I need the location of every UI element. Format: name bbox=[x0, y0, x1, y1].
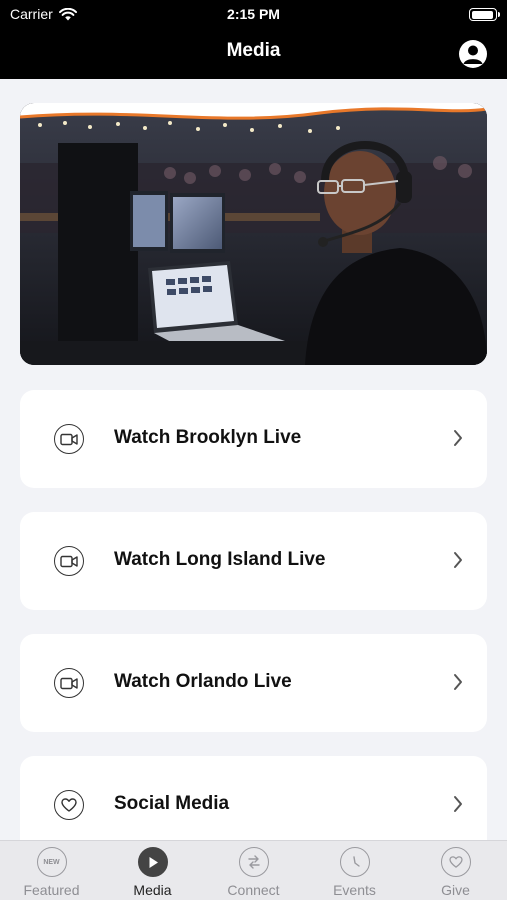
menu-item-label: Watch Long Island Live bbox=[114, 549, 326, 570]
new-badge-text: NEW bbox=[43, 858, 60, 866]
menu-item-watch-brooklyn-live[interactable]: Watch Brooklyn Live bbox=[20, 390, 487, 488]
play-icon bbox=[137, 847, 168, 877]
arrows-exchange-icon bbox=[238, 847, 269, 877]
heart-icon bbox=[440, 847, 471, 877]
clock-icon bbox=[339, 847, 370, 877]
status-time: 2:15 PM bbox=[227, 6, 280, 22]
tab-give[interactable]: Give bbox=[405, 847, 506, 898]
person-icon bbox=[463, 45, 483, 64]
new-badge-icon: NEW bbox=[36, 847, 67, 877]
video-camera-icon bbox=[54, 546, 84, 576]
menu-item-watch-orlando-live[interactable]: Watch Orlando Live bbox=[20, 634, 487, 732]
chevron-right-icon bbox=[454, 430, 462, 446]
heart-icon bbox=[54, 790, 84, 820]
status-bar: Carrier 2:15 PM bbox=[0, 0, 507, 30]
tab-featured[interactable]: NEW Featured bbox=[1, 847, 102, 898]
tab-label: Events bbox=[333, 882, 376, 898]
battery-icon bbox=[469, 8, 500, 21]
video-camera-icon bbox=[54, 424, 84, 454]
chevron-right-icon bbox=[454, 552, 462, 568]
page-title: Media bbox=[226, 40, 281, 61]
chevron-right-icon bbox=[454, 674, 462, 690]
menu-item-watch-long-island-live[interactable]: Watch Long Island Live bbox=[20, 512, 487, 610]
tab-connect[interactable]: Connect bbox=[203, 847, 304, 898]
tab-label: Media bbox=[133, 882, 172, 898]
tab-bar: NEW Featured Media Connect Events Give bbox=[0, 840, 507, 900]
menu-item-label: Watch Brooklyn Live bbox=[114, 427, 302, 448]
tab-label: Give bbox=[441, 882, 470, 898]
tab-events[interactable]: Events bbox=[304, 847, 405, 898]
video-camera-icon bbox=[54, 668, 84, 698]
menu-item-label: Social Media bbox=[114, 793, 230, 814]
profile-button[interactable] bbox=[459, 40, 487, 68]
tab-label: Connect bbox=[227, 882, 280, 898]
tab-media[interactable]: Media bbox=[102, 847, 203, 898]
hero-photo-illustration bbox=[20, 103, 487, 365]
menu-item-label: Watch Orlando Live bbox=[114, 671, 292, 692]
chevron-right-icon bbox=[454, 796, 462, 812]
hero-image bbox=[20, 103, 487, 365]
top-bar: Carrier 2:15 PM Media bbox=[0, 0, 507, 79]
tab-label: Featured bbox=[23, 882, 80, 898]
